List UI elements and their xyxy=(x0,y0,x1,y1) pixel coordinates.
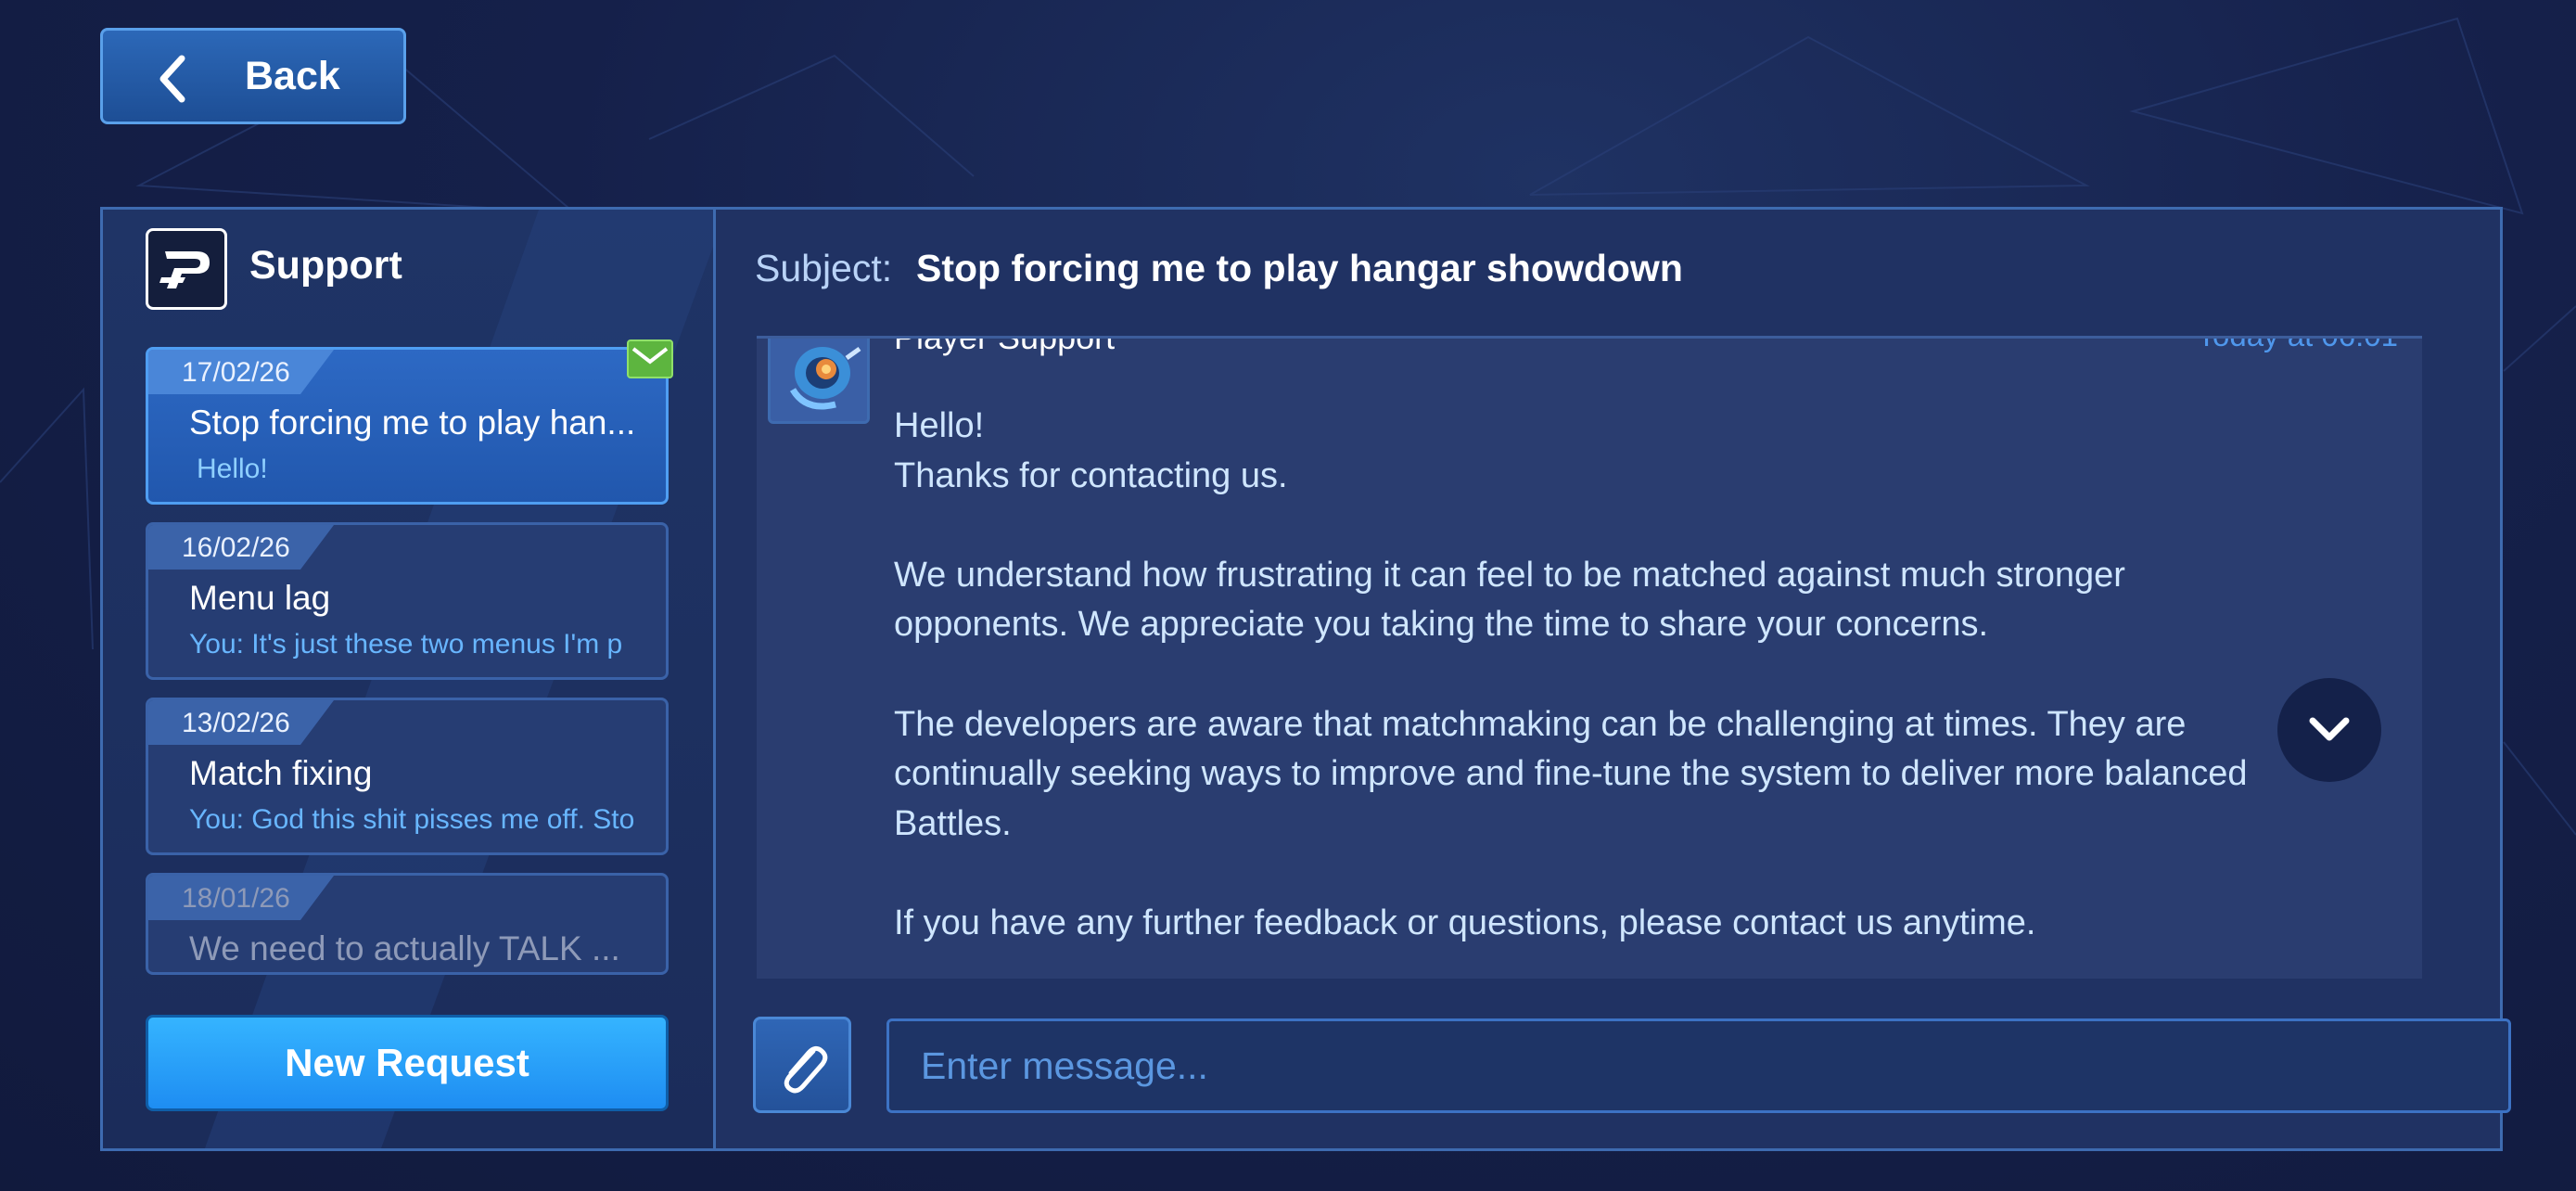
message-line: If you have any further feedback or ques… xyxy=(894,903,2036,942)
ticket-item[interactable]: 17/02/26 Stop forcing me to play han... … xyxy=(146,347,669,505)
subject-label: Subject: xyxy=(755,247,893,289)
message-body: Hello! Thanks for contacting us. We unde… xyxy=(894,402,2396,949)
support-panel: Support 17/02/26 Stop forcing me to play… xyxy=(100,207,2511,1151)
chevron-left-icon xyxy=(159,55,185,103)
paperclip-icon xyxy=(784,1045,828,1094)
ticket-title: We need to actually TALK ... xyxy=(189,929,620,967)
ticket-item[interactable]: 16/02/26 Menu lag You: It's just these t… xyxy=(146,522,669,680)
scroll-down-button[interactable] xyxy=(2277,678,2381,782)
attach-button[interactable] xyxy=(753,1017,851,1113)
ticket-title: Stop forcing me to play han... xyxy=(189,403,636,442)
ticket-preview: Hello! xyxy=(197,454,268,484)
ticket-item[interactable]: 18/01/26 We need to actually TALK ... xyxy=(146,873,669,975)
message-line: Battles. xyxy=(894,803,1012,843)
ticket-date: 18/01/26 xyxy=(182,883,290,914)
message-line: The developers are aware that matchmakin… xyxy=(894,704,2187,744)
message-line: Thanks for contacting us. xyxy=(894,455,1288,495)
ticket-title: Menu lag xyxy=(189,579,331,617)
message-timestamp: Today at 06:01 xyxy=(2198,339,2399,353)
ticket-item[interactable]: 13/02/26 Match fixing You: God this shit… xyxy=(146,698,669,855)
new-request-button[interactable]: New Request xyxy=(146,1015,669,1111)
back-label: Back xyxy=(245,54,340,98)
support-avatar-icon xyxy=(768,339,870,424)
message-line: Hello! xyxy=(894,406,985,445)
back-button[interactable]: Back xyxy=(100,28,406,124)
ticket-date: 13/02/26 xyxy=(182,708,290,738)
message-line: We understand how frustrating it can fee… xyxy=(894,555,2125,595)
chevron-down-icon xyxy=(2309,717,2350,741)
support-logo-icon xyxy=(146,228,227,310)
subject-title: Stop forcing me to play hangar showdown xyxy=(916,247,1683,289)
ticket-preview: You: God this shit pisses me off. Sto xyxy=(189,804,635,835)
envelope-icon xyxy=(627,339,673,378)
ticket-title: Match fixing xyxy=(189,754,373,792)
sender-name: Player Support xyxy=(894,336,1116,356)
message-line: opponents. We appreciate you taking the … xyxy=(894,605,1989,645)
ticket-preview: You: It's just these two menus I'm p xyxy=(189,629,623,660)
message-thread[interactable]: Player Support Today at 06:01 Hello! Tha… xyxy=(757,336,2422,979)
message-input[interactable] xyxy=(886,1018,2511,1113)
ticket-date: 17/02/26 xyxy=(182,357,290,388)
ticket-date: 16/02/26 xyxy=(182,532,290,563)
support-title: Support xyxy=(249,243,402,288)
ticket-sidebar: Support 17/02/26 Stop forcing me to play… xyxy=(103,210,716,1148)
message-line: continually seeking ways to improve and … xyxy=(894,754,2248,794)
